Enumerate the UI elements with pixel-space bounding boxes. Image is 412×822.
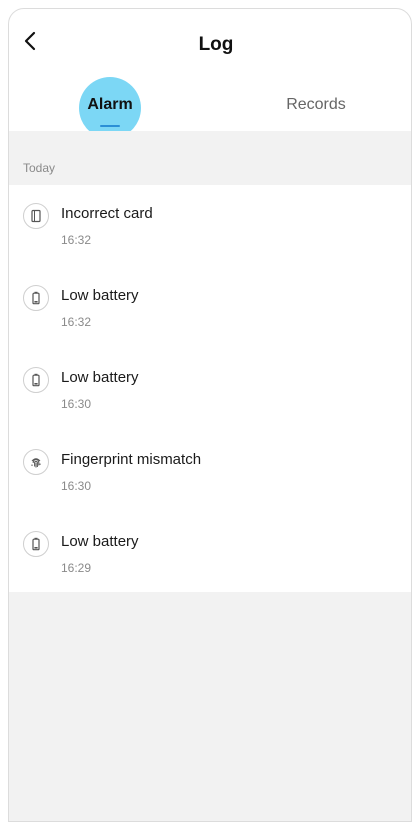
alarm-time: 16:30	[61, 479, 92, 493]
battery-icon	[23, 285, 49, 311]
tab-alarm-label: Alarm	[87, 96, 133, 113]
tab-bar: Alarm Records	[9, 77, 411, 139]
list-item[interactable]: Low battery 16:29	[9, 513, 411, 595]
section-header-today: Today	[9, 131, 411, 185]
alarm-time: 16:29	[61, 561, 92, 575]
tab-alarm[interactable]: Alarm	[69, 77, 151, 139]
alarm-title: Low battery	[61, 533, 139, 550]
active-tab-indicator	[100, 125, 120, 127]
card-icon	[23, 203, 49, 229]
tab-records-label: Records	[286, 96, 346, 113]
empty-area	[9, 592, 411, 821]
section-label: Today	[23, 161, 56, 175]
alarm-time: 16:32	[61, 233, 92, 247]
alarm-title: Low battery	[61, 287, 139, 304]
fingerprint-icon	[23, 449, 49, 475]
alarm-time: 16:30	[61, 397, 92, 411]
list-item[interactable]: Incorrect card 16:32	[9, 185, 411, 267]
list-item[interactable]: Low battery 16:32	[9, 267, 411, 349]
battery-icon	[23, 367, 49, 393]
alarm-title: Low battery	[61, 369, 139, 386]
alarm-title: Incorrect card	[61, 205, 153, 222]
alarm-list: Incorrect card 16:32 Low battery 16:32 L…	[9, 185, 411, 592]
alarm-time: 16:32	[61, 315, 92, 329]
page-title: Log	[198, 34, 234, 55]
battery-icon	[23, 531, 49, 557]
app-frame: Log Alarm Records Today Incorrect card 1…	[8, 8, 412, 822]
list-item[interactable]: Low battery 16:30	[9, 349, 411, 431]
header: Log	[9, 9, 411, 77]
tab-records[interactable]: Records	[271, 77, 361, 133]
list-item[interactable]: Fingerprint mismatch 16:30	[9, 431, 411, 513]
alarm-title: Fingerprint mismatch	[61, 451, 202, 468]
